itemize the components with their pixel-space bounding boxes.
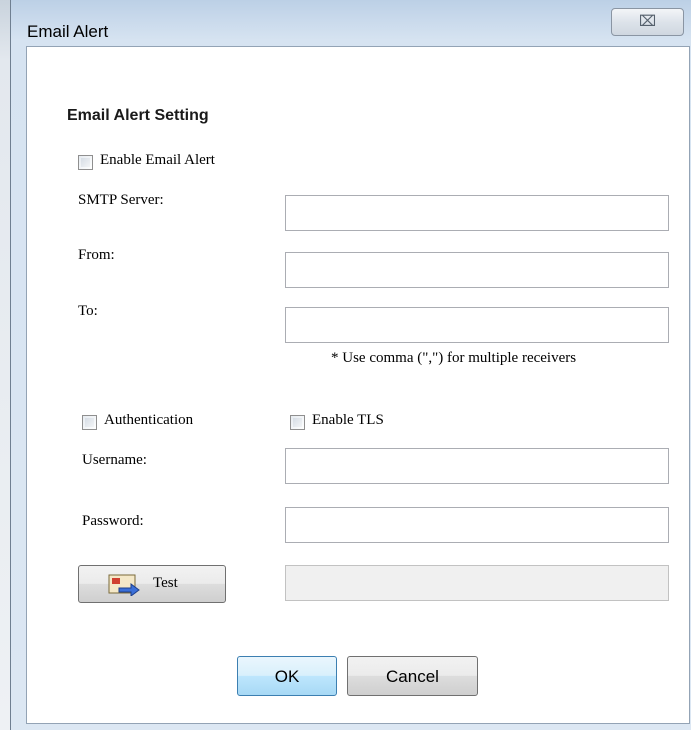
ok-button-label: OK (274, 667, 300, 686)
email-alert-dialog: Email Alert ⌧ Email Alert Setting Enable… (10, 0, 691, 730)
authentication-checkbox[interactable] (82, 415, 97, 430)
from-label: From: (78, 247, 115, 263)
multiple-receivers-hint: * Use comma (",") for multiple receivers (331, 350, 577, 366)
enable-email-alert-label: Enable Email Alert (100, 152, 215, 168)
username-input[interactable] (285, 448, 669, 484)
enable-tls-checkbox[interactable] (290, 415, 305, 430)
title-bar: Email Alert ⌧ (11, 0, 691, 46)
password-label: Password: (82, 513, 144, 529)
email-send-icon (108, 574, 140, 596)
from-input[interactable] (285, 252, 669, 288)
test-result-field (285, 565, 669, 601)
section-title: Email Alert Setting (67, 107, 209, 124)
to-input[interactable] (285, 307, 669, 343)
dialog-title: Email Alert (27, 22, 109, 41)
smtp-server-label: SMTP Server: (78, 192, 164, 208)
username-label: Username: (82, 452, 147, 468)
close-button[interactable]: ⌧ (611, 8, 684, 36)
enable-tls-label: Enable TLS (312, 412, 384, 428)
test-button[interactable]: Test (78, 565, 226, 603)
password-input[interactable] (285, 507, 669, 543)
dialog-content: Email Alert Setting Enable Email Alert S… (26, 46, 690, 724)
authentication-label: Authentication (104, 412, 194, 428)
test-button-label: Test (153, 575, 178, 591)
ok-button[interactable]: OK (237, 656, 337, 696)
cancel-button[interactable]: Cancel (347, 656, 478, 696)
to-label: To: (78, 303, 98, 319)
enable-email-alert-checkbox[interactable] (78, 155, 93, 170)
close-icon: ⌧ (638, 13, 657, 30)
cancel-button-label: Cancel (386, 667, 439, 686)
smtp-server-input[interactable] (285, 195, 669, 231)
